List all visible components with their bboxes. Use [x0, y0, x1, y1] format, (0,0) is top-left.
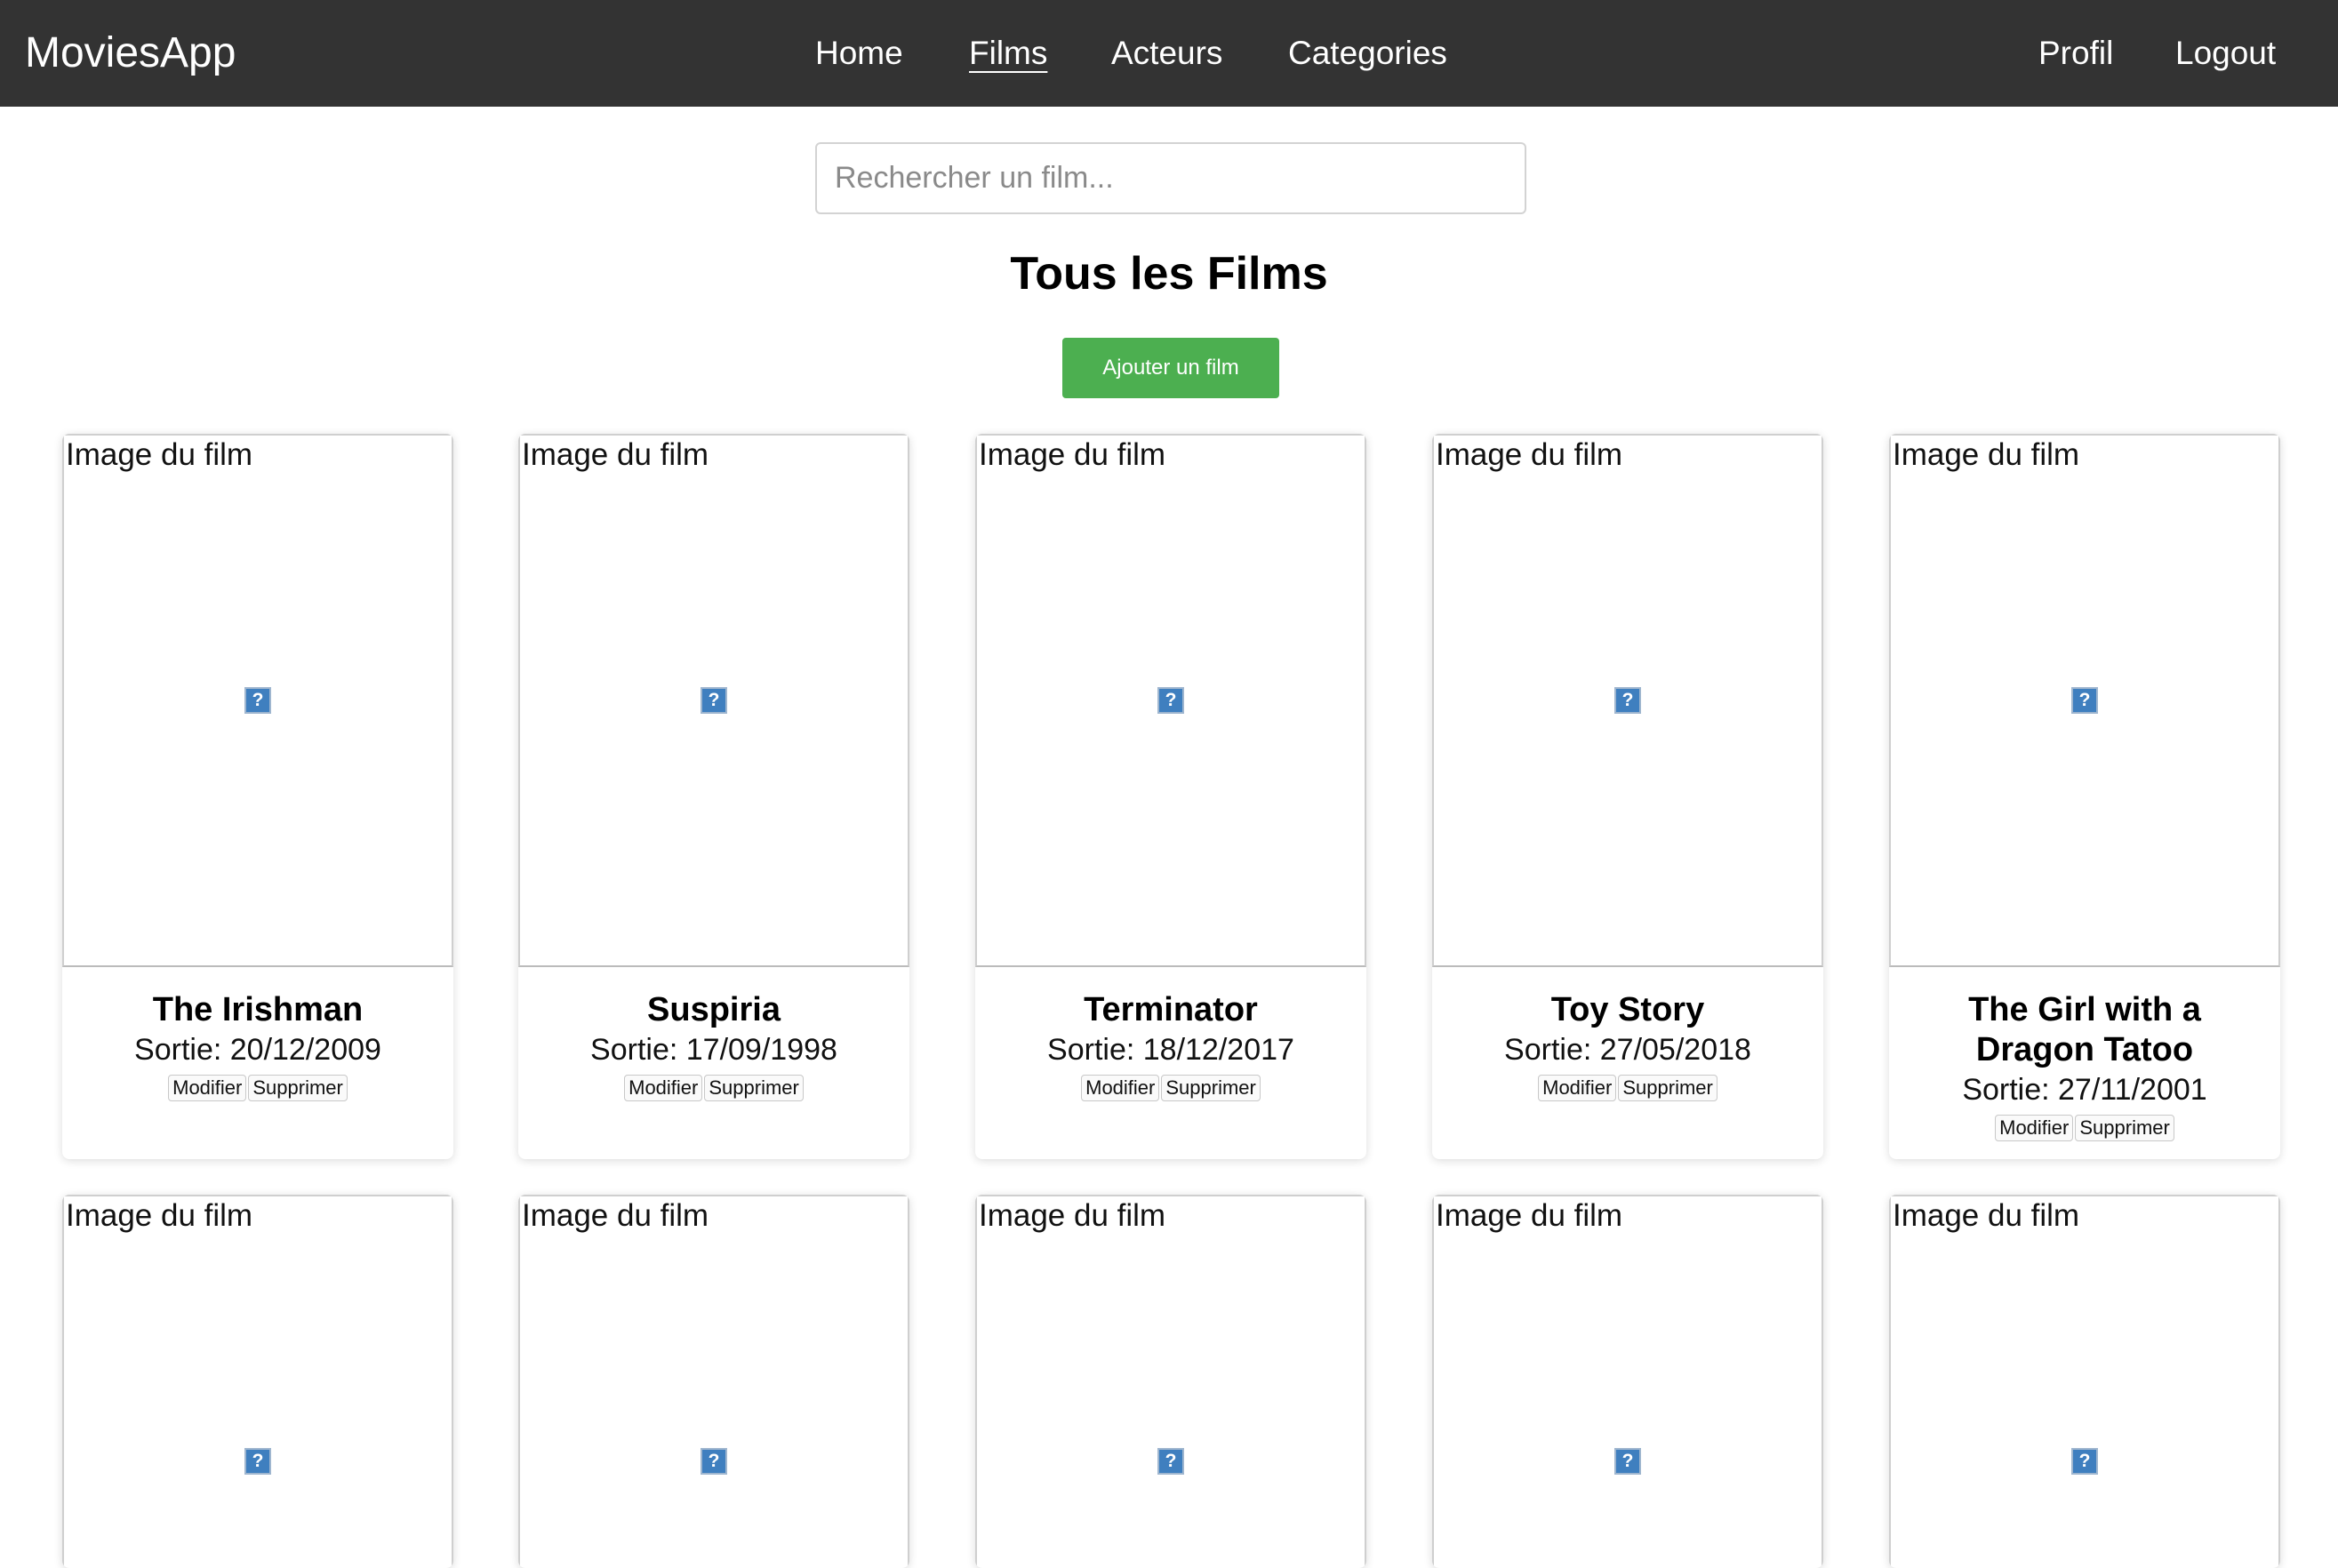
film-poster: Image du film ?: [62, 434, 453, 967]
film-card: Image du film ? Suspiria Sortie: 17/09/1…: [518, 434, 909, 1159]
nav-profil[interactable]: Profil: [2038, 0, 2113, 107]
film-title: Toy Story: [1550, 991, 1705, 1028]
film-title: The Irishman: [152, 991, 364, 1028]
film-card: Image du film ?: [1889, 1195, 2280, 1568]
delete-film-button[interactable]: Supprimer: [1618, 1075, 1717, 1101]
film-title: Terminator: [1084, 991, 1258, 1028]
film-poster-alt-text: Image du film: [522, 1198, 709, 1233]
add-film-button[interactable]: Ajouter un film: [1062, 338, 1279, 398]
search-input[interactable]: [815, 142, 1526, 214]
film-card: Image du film ? The Irishman Sortie: 20/…: [62, 434, 453, 1159]
film-card: Image du film ?: [62, 1195, 453, 1568]
edit-film-button[interactable]: Modifier: [1538, 1075, 1617, 1101]
delete-film-button[interactable]: Supprimer: [1161, 1075, 1261, 1101]
film-poster-alt-text: Image du film: [1436, 1198, 1623, 1233]
film-title: Suspiria: [647, 991, 781, 1028]
delete-film-button[interactable]: Supprimer: [248, 1075, 348, 1101]
film-poster-alt-text: Image du film: [1893, 437, 2080, 472]
film-poster: Image du film ?: [1889, 434, 2280, 967]
film-release-date: Sortie: 27/11/2001: [1962, 1073, 2207, 1107]
film-actions: Modifier Supprimer: [62, 1075, 453, 1101]
broken-image-icon: ?: [2071, 687, 2098, 714]
film-card: Image du film ? Toy Story Sortie: 27/05/…: [1432, 434, 1823, 1159]
film-poster-alt-text: Image du film: [66, 1198, 253, 1233]
film-card: Image du film ?: [975, 1195, 1366, 1568]
delete-film-button[interactable]: Supprimer: [704, 1075, 804, 1101]
nav-acteurs[interactable]: Acteurs: [1111, 0, 1222, 107]
broken-image-icon: ?: [1614, 687, 1641, 714]
edit-film-button[interactable]: Modifier: [168, 1075, 247, 1101]
broken-image-icon: ?: [1157, 1448, 1184, 1475]
film-card-body: Suspiria Sortie: 17/09/1998 Modifier Supp…: [518, 967, 909, 1101]
broken-image-icon: ?: [1614, 1448, 1641, 1475]
film-poster: Image du film ?: [975, 1195, 1366, 1568]
broken-image-icon: ?: [701, 687, 727, 714]
film-actions: Modifier Supprimer: [1432, 1075, 1823, 1101]
film-release-date: Sortie: 18/12/2017: [1047, 1033, 1294, 1067]
brand-logo[interactable]: MoviesApp: [25, 0, 236, 107]
film-poster: Image du film ?: [975, 434, 1366, 967]
film-poster: Image du film ?: [518, 1195, 909, 1568]
film-actions: Modifier Supprimer: [1889, 1115, 2280, 1141]
film-card-body: The Irishman Sortie: 20/12/2009 Modifier…: [62, 967, 453, 1101]
film-card: Image du film ? The Girl with a Dragon T…: [1889, 434, 2280, 1159]
film-poster: Image du film ?: [1889, 1195, 2280, 1568]
edit-film-button[interactable]: Modifier: [1081, 1075, 1160, 1101]
nav-films[interactable]: Films: [969, 0, 1047, 107]
film-poster-alt-text: Image du film: [522, 437, 709, 472]
film-card-body: Terminator Sortie: 18/12/2017 Modifier Su…: [975, 967, 1366, 1101]
film-actions: Modifier Supprimer: [518, 1075, 909, 1101]
film-release-date: Sortie: 20/12/2009: [134, 1033, 381, 1067]
film-card-body: The Girl with a Dragon Tatoo Sortie: 27/…: [1889, 967, 2280, 1141]
page-title: Tous les Films: [1010, 248, 1328, 300]
film-actions: Modifier Supprimer: [975, 1075, 1366, 1101]
film-card-body: Toy Story Sortie: 27/05/2018 Modifier Sup…: [1432, 967, 1823, 1101]
broken-image-icon: ?: [2071, 1448, 2098, 1475]
film-release-date: Sortie: 17/09/1998: [590, 1033, 837, 1067]
film-poster-alt-text: Image du film: [1893, 1198, 2080, 1233]
film-poster-alt-text: Image du film: [1436, 437, 1623, 472]
film-poster-alt-text: Image du film: [979, 437, 1166, 472]
broken-image-icon: ?: [701, 1448, 727, 1475]
broken-image-icon: ?: [244, 687, 271, 714]
nav-home[interactable]: Home: [815, 0, 903, 107]
top-navbar: MoviesApp Home Films Acteurs Categories …: [0, 0, 2338, 107]
film-poster: Image du film ?: [1432, 434, 1823, 967]
film-title: The Girl with a Dragon Tatoo: [1968, 991, 2201, 1068]
edit-film-button[interactable]: Modifier: [1995, 1115, 2074, 1141]
nav-logout[interactable]: Logout: [2175, 0, 2276, 107]
broken-image-icon: ?: [244, 1448, 271, 1475]
broken-image-icon: ?: [1157, 687, 1184, 714]
delete-film-button[interactable]: Supprimer: [2075, 1115, 2174, 1141]
film-poster: Image du film ?: [1432, 1195, 1823, 1568]
film-release-date: Sortie: 27/05/2018: [1504, 1033, 1751, 1067]
film-card: Image du film ?: [518, 1195, 909, 1568]
edit-film-button[interactable]: Modifier: [624, 1075, 703, 1101]
film-card: Image du film ? Terminator Sortie: 18/12…: [975, 434, 1366, 1159]
film-poster-alt-text: Image du film: [66, 437, 253, 472]
nav-categories[interactable]: Categories: [1288, 0, 1447, 107]
film-poster-alt-text: Image du film: [979, 1198, 1166, 1233]
film-card: Image du film ?: [1432, 1195, 1823, 1568]
film-poster: Image du film ?: [62, 1195, 453, 1568]
film-poster: Image du film ?: [518, 434, 909, 967]
